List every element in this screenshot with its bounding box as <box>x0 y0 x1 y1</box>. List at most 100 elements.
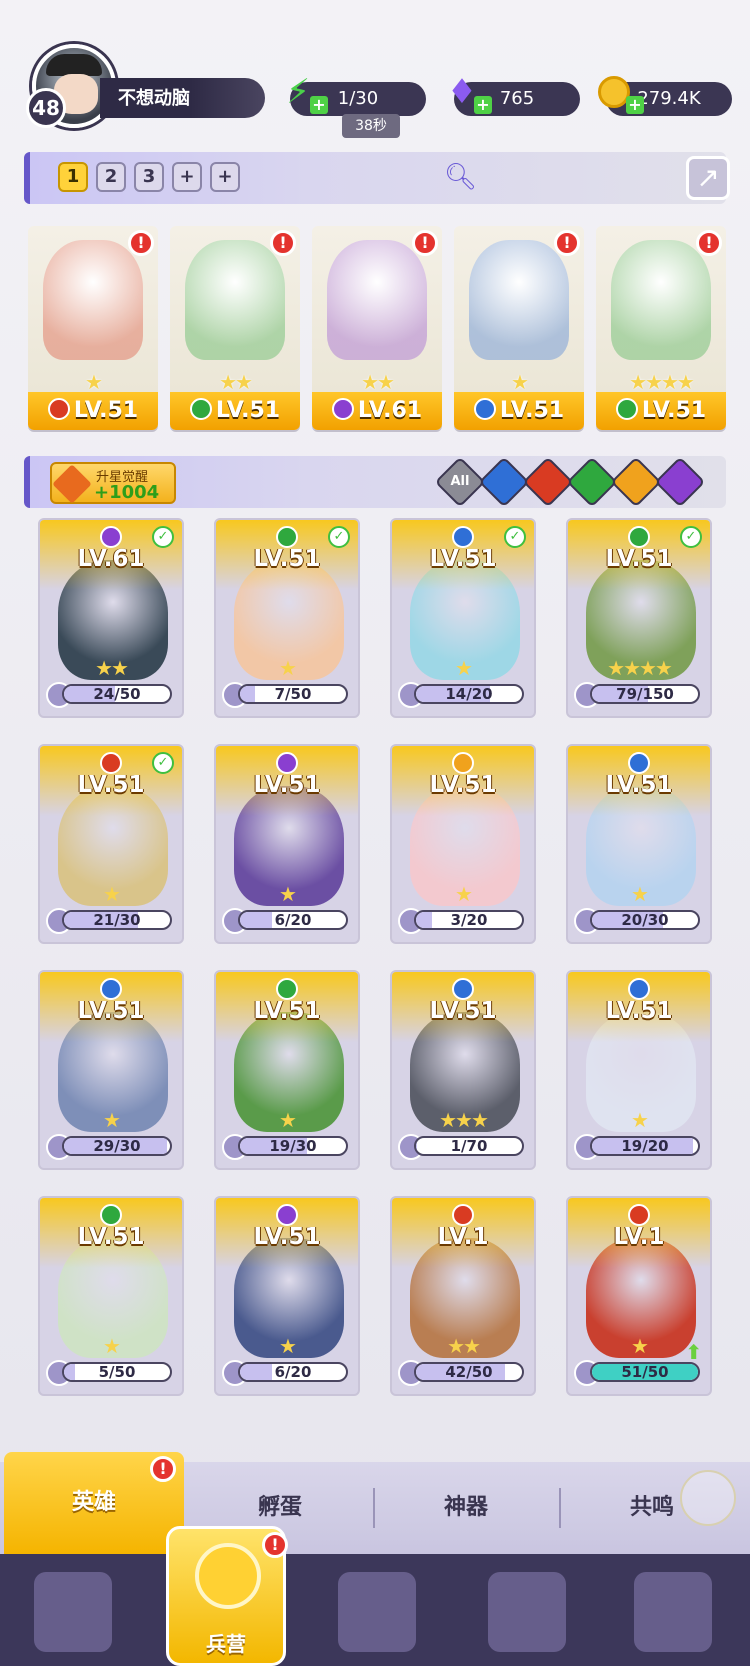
hero-card[interactable]: LV.51 ★ 3/20 <box>390 744 536 944</box>
shard-progress-text: 6/20 <box>274 911 312 929</box>
hero-stars: ★★★ <box>439 1108 489 1132</box>
team-hero-card[interactable]: ★ LV.51! <box>28 226 158 430</box>
hero-level: LV.61 <box>357 398 423 423</box>
nature-element-icon <box>276 978 298 1000</box>
hero-card[interactable]: LV.51 ✓ ★ 7/50 <box>214 518 360 718</box>
nav-cards-icon[interactable] <box>34 1572 112 1652</box>
team-hero-card[interactable]: ★ LV.51! <box>454 226 584 430</box>
filter-shadow-button[interactable] <box>654 456 706 508</box>
shard-progress-bar: 7/50 <box>238 684 348 704</box>
progress-fill <box>240 1364 272 1380</box>
energy-timer: 38秒 <box>342 114 400 138</box>
shard-progress-text: 24/50 <box>93 685 141 703</box>
team-hero-card[interactable]: ★★ LV.51! <box>170 226 300 430</box>
gem-value: 765 <box>499 88 535 109</box>
shard-progress-text: 19/20 <box>621 1137 669 1155</box>
energy-plus-icon[interactable]: + <box>310 96 328 114</box>
shard-progress-bar: 3/20 <box>414 910 524 930</box>
coin-value: 279.4K <box>637 88 701 109</box>
gem-plus-icon[interactable]: + <box>474 96 492 114</box>
hero-card[interactable]: LV.51 ✓ ★★★★ 79/150 <box>566 518 712 718</box>
upgrade-arrow-icon: ⬆ <box>685 1340 702 1364</box>
water-element-icon <box>473 398 496 420</box>
team-tab-3[interactable]: 3 <box>134 162 164 192</box>
progress-fill <box>416 912 432 928</box>
divider <box>373 1488 375 1528</box>
hero-card[interactable]: LV.51 ★ 5/50 <box>38 1196 184 1396</box>
deployed-check-icon: ✓ <box>328 526 350 548</box>
filter-all-button[interactable]: All <box>434 456 486 508</box>
player-level-badge: 48 <box>26 88 66 128</box>
hero-card[interactable]: LV.51 ★ 19/20 <box>566 970 712 1170</box>
team-tab-1[interactable]: 1 <box>58 162 88 192</box>
team-hero-card[interactable]: ★★★★ LV.51! <box>596 226 726 430</box>
deployed-check-icon: ✓ <box>152 752 174 774</box>
water-element-icon <box>452 978 474 1000</box>
hero-level: LV.51 <box>429 546 497 572</box>
energy-resource[interactable]: ⚡ + 1/30 <box>286 75 426 116</box>
barracks-alert-badge: ! <box>262 1532 288 1558</box>
nav-map-icon[interactable] <box>338 1572 416 1652</box>
player-name: 不想动脑 <box>100 78 265 118</box>
progress-fill <box>240 912 272 928</box>
magnifier-icon[interactable]: 🔍︎ <box>444 162 477 192</box>
hero-level: LV.51 <box>429 772 497 798</box>
sub-tabs: 英雄 ! 孵蛋 神器 共鸣 <box>0 1452 750 1554</box>
hero-level: LV.51 <box>641 398 707 423</box>
hero-level: LV.51 <box>77 998 145 1024</box>
deployed-check-icon: ✓ <box>680 526 702 548</box>
hero-card[interactable]: LV.61 ✓ ★★ 24/50 <box>38 518 184 718</box>
nav-barracks-label: 兵营 <box>206 1632 246 1656</box>
shard-progress-text: 42/50 <box>445 1363 493 1381</box>
water-element-icon <box>452 526 474 548</box>
fire-element-icon <box>452 1204 474 1226</box>
hero-card[interactable]: LV.51 ★ 6/20 <box>214 1196 360 1396</box>
hero-card[interactable]: LV.51 ★ 20/30 <box>566 744 712 944</box>
hero-card[interactable]: LV.51 ★ 19/30 <box>214 970 360 1170</box>
hero-level-bar: LV.51 <box>454 392 584 430</box>
team-bar: 1 2 3 + + 🔍︎ ↗ <box>24 152 730 204</box>
hero-card[interactable]: LV.51 ★ 29/30 <box>38 970 184 1170</box>
hero-level: LV.51 <box>253 546 321 572</box>
hero-card[interactable]: LV.1 ★ 51/50 ⬆ <box>566 1196 712 1396</box>
filter-water-button[interactable] <box>478 456 530 508</box>
deployed-check-icon: ✓ <box>152 526 174 548</box>
hero-level: LV.61 <box>77 546 145 572</box>
hero-card[interactable]: LV.51 ★ 6/20 <box>214 744 360 944</box>
filter-nature-button[interactable] <box>566 456 618 508</box>
water-element-icon <box>628 752 650 774</box>
filter-bar: 升星觉醒 +1004 All <box>24 456 726 508</box>
awaken-button[interactable]: 升星觉醒 +1004 <box>50 462 176 504</box>
coin-plus-icon[interactable]: + <box>626 96 644 114</box>
hero-card[interactable]: LV.1 ★★ 42/50 <box>390 1196 536 1396</box>
team-tab-2[interactable]: 2 <box>96 162 126 192</box>
filter-fire-button[interactable] <box>522 456 574 508</box>
tab-artifact[interactable]: 神器 <box>376 1462 556 1554</box>
nav-castle-icon[interactable] <box>488 1572 566 1652</box>
coin-resource[interactable]: + 279.4K <box>598 76 732 116</box>
water-element-icon <box>628 978 650 1000</box>
floating-assist-icon[interactable] <box>680 1470 736 1526</box>
deployed-check-icon: ✓ <box>504 526 526 548</box>
hero-card[interactable]: LV.51 ✓ ★ 14/20 <box>390 518 536 718</box>
share-icon[interactable]: ↗ <box>686 156 730 200</box>
gem-resource[interactable]: ♦ + 765 <box>447 75 580 116</box>
shadow-element-icon <box>331 398 354 420</box>
hero-stars: ★ <box>455 656 473 680</box>
team-hero-card[interactable]: ★★ LV.61! <box>312 226 442 430</box>
nature-element-icon <box>276 526 298 548</box>
team-tab-add-1[interactable]: + <box>172 162 202 192</box>
shadow-element-icon <box>276 1204 298 1226</box>
team-tab-add-2[interactable]: + <box>210 162 240 192</box>
hero-card[interactable]: LV.51 ✓ ★ 21/30 <box>38 744 184 944</box>
hero-stars: ★ <box>103 1334 121 1358</box>
heroes-alert-badge: ! <box>150 1456 176 1482</box>
filter-light-button[interactable] <box>610 456 662 508</box>
shard-progress-text: 1/70 <box>450 1137 488 1155</box>
hero-level-bar: LV.51 <box>596 392 726 430</box>
shard-progress-bar: 6/20 <box>238 910 348 930</box>
shard-progress-bar: 20/30 <box>590 910 700 930</box>
shard-progress-bar: 79/150 <box>590 684 700 704</box>
nav-guild-icon[interactable] <box>634 1572 712 1652</box>
hero-card[interactable]: LV.51 ★★★ 1/70 <box>390 970 536 1170</box>
